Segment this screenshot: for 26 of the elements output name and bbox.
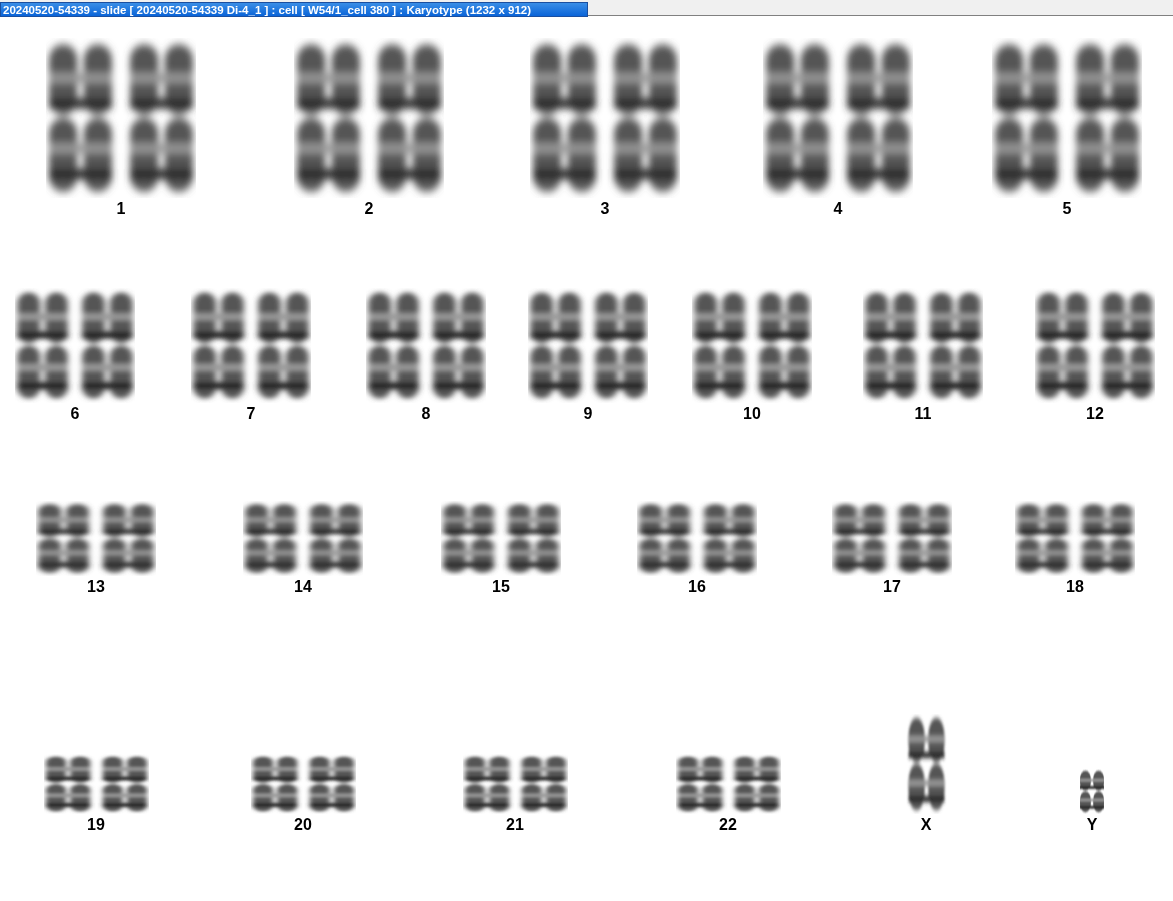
chromosome-drawing [1077,769,1107,814]
chromosome-label: 9 [583,405,593,423]
chromosome-label: 18 [1066,578,1084,596]
chromosome-label: 6 [70,405,80,423]
chromosome-label: Y [1086,816,1098,834]
chromosome-label: 7 [246,405,256,423]
chromosome-label: 14 [294,578,312,596]
chromosome-label: X [920,816,932,834]
window-title: 20240520-54339 - slide [ 20240520-54339 Di-4_1 ] : cell [ W54/1_cell 380 ] : Karyotype (1232 x 912) [0,2,588,17]
chromosome-label: 11 [914,405,932,423]
chromosome-label: 10 [743,405,761,423]
chromosome-label: 22 [719,816,737,834]
chromosome-label: 12 [1086,405,1104,423]
chromosome-label: 3 [600,200,610,218]
chromosome-label: 13 [87,578,105,596]
chromosome-label: 1 [116,200,126,218]
chromosome-label: 2 [364,200,374,218]
chromosome-label: 19 [87,816,105,834]
chromosome-label: 15 [492,578,510,596]
chromosome-label: 21 [506,816,524,834]
chromosome-label: 4 [833,200,843,218]
chromosome-label: 20 [294,816,312,834]
chromosome-label: 17 [883,578,901,596]
chromosome-label: 16 [688,578,706,596]
chromosome-label: 8 [421,405,431,423]
chromosome-label: 5 [1062,200,1072,218]
